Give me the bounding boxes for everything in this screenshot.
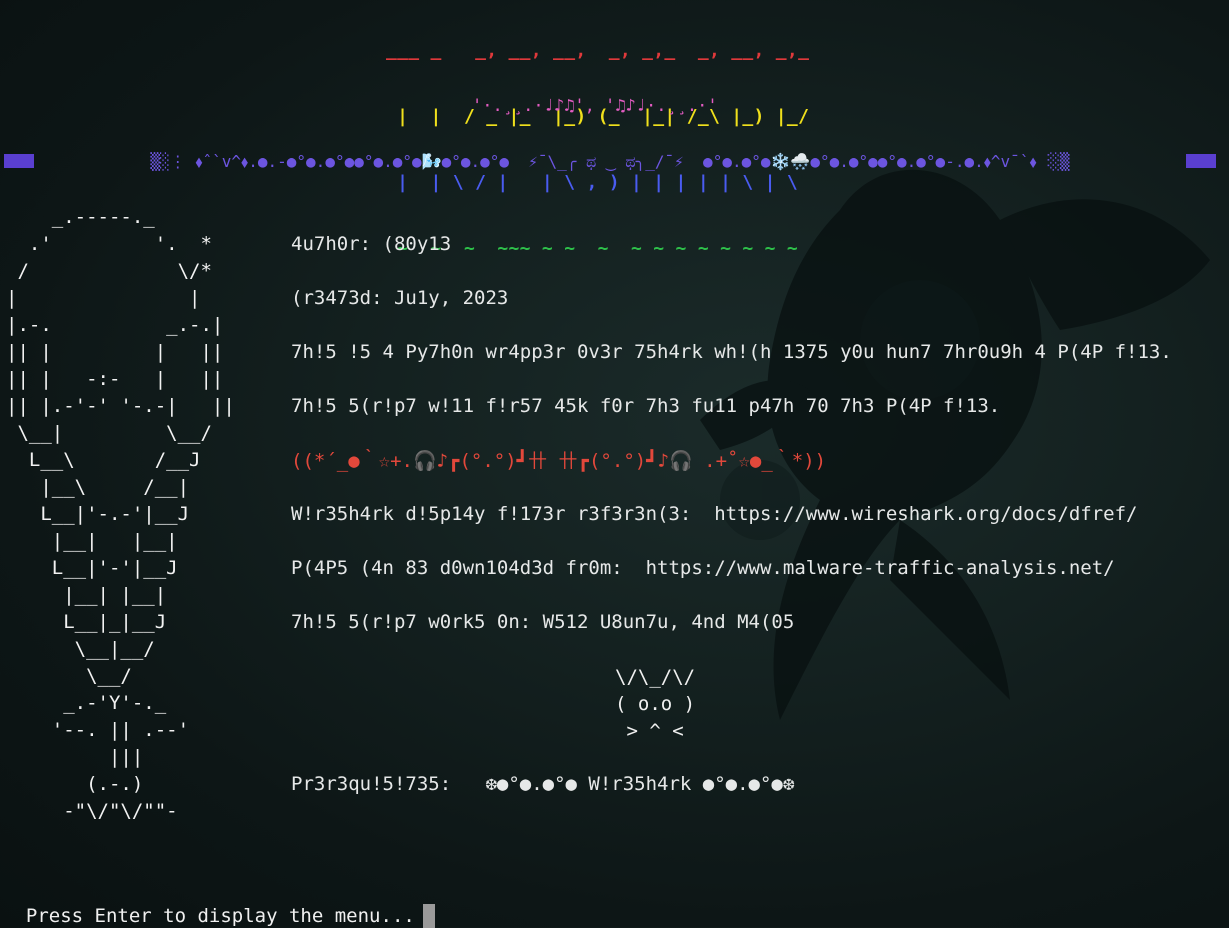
border-ornament: ▒░⋮ ⬧ˆ`v^⬧.●.-●°●.●°●●°●.●°●🌬️●°●.●°● ⚡¯…	[150, 152, 1070, 171]
border-block-left	[4, 154, 34, 168]
description-line: 7h!5 !5 4 Py7h0n wr4pp3r 0v3r 75h4rk wh!…	[291, 341, 1172, 363]
kaomoji-line: ((*´_●｀☆+.🎧♪┏(°.°)┛卄 卄┏(°.°)┛♪🎧 .+˚☆●_｀*…	[291, 450, 827, 472]
filter-reference-line: W!r35h4rk d!5p14y f!173r r3f3r3n(3: http…	[291, 503, 1138, 525]
banner-line-3: | | \ / | | \ , ) | | | | | \ | \	[386, 172, 799, 193]
terminal-cursor[interactable]	[422, 904, 435, 928]
prompt-text: Press Enter to display the menu...	[25, 905, 415, 927]
decorative-border: ▒░⋮ ⬧ˆ`v^⬧.●.-●°●.●°●●°●.●°●🌬️●°●.●°● ⚡¯…	[0, 150, 1216, 174]
instruction-line: 7h!5 5(r!p7 w!11 f!r57 45k f0r 7h3 fu11 …	[291, 395, 1001, 417]
banner-melody: '·.¸¸.·♩♪♫', '♫♪♩·.¸¸.·'	[472, 96, 718, 116]
platforms-line: 7h!5 5(r!p7 w0rk5 0n: W512 U8un7u, 4nd M…	[291, 611, 795, 633]
banner-line-1: ___ _ _, __, __, _, _,_ _, __, _,_	[386, 40, 810, 61]
enter-prompt[interactable]: Press Enter to display the menu...	[3, 880, 435, 928]
ascii-cat: \/\_/\/ ( o.o ) > ^ <	[615, 666, 696, 742]
border-block-right	[1186, 154, 1216, 168]
author-line: 4u7h0r: (80y13	[291, 233, 452, 255]
pcap-source-line: P(4P5 (4n 83 d0wn104d3d fr0m: https://ww…	[291, 557, 1115, 579]
created-line: (r3473d: Ju1y, 2023	[291, 287, 509, 309]
ascii-art-figure: _.-----._ .' '. * / \/* | | |.-. _.-.| |…	[6, 206, 235, 822]
prerequisites-line: Pr3r3qu!5!735: ❆●°●.●°● W!r35h4rk ●°●.●°…	[291, 773, 795, 795]
